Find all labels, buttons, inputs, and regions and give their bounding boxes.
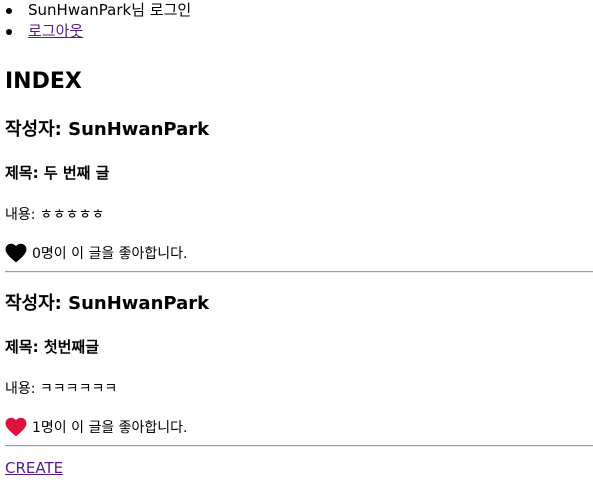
login-status-text: SunHwanPark님 로그인 xyxy=(28,1,192,19)
post-author: 작성자: SunHwanPark xyxy=(5,119,210,140)
heart-shape xyxy=(5,243,27,263)
like-heart-icon[interactable] xyxy=(5,243,27,263)
post-likes: 1명이 이 글을 좋아합니다. xyxy=(5,415,188,439)
post-divider xyxy=(5,271,593,273)
user-nav: SunHwanPark님 로그인 로그아웃 xyxy=(0,0,191,42)
post-title: 제목: 첫번째글 xyxy=(5,338,100,356)
post-author: 작성자: SunHwanPark xyxy=(5,293,210,314)
post-title: 제목: 두 번째 글 xyxy=(5,164,110,182)
post-likes: 0명이 이 글을 좋아합니다. xyxy=(5,241,188,265)
post-content: 내용: ㅎㅎㅎㅎㅎ xyxy=(5,207,105,223)
bullet-icon xyxy=(6,29,12,35)
like-count-text: 0명이 이 글을 좋아합니다. xyxy=(32,246,188,262)
nav-item-logout: 로그아웃 xyxy=(0,21,191,42)
like-count-text: 1명이 이 글을 좋아합니다. xyxy=(32,420,188,436)
post-divider xyxy=(5,445,593,447)
nav-item-greeting: SunHwanPark님 로그인 xyxy=(0,0,191,21)
post-content: 내용: ㅋㅋㅋㅋㅋㅋ xyxy=(5,381,118,397)
create-link[interactable]: CREATE xyxy=(5,458,63,478)
logout-link[interactable]: 로그아웃 xyxy=(28,22,83,40)
bullet-icon xyxy=(6,8,12,14)
heart-shape xyxy=(5,417,27,437)
page-title: INDEX xyxy=(5,69,82,94)
like-heart-icon[interactable] xyxy=(5,417,27,437)
